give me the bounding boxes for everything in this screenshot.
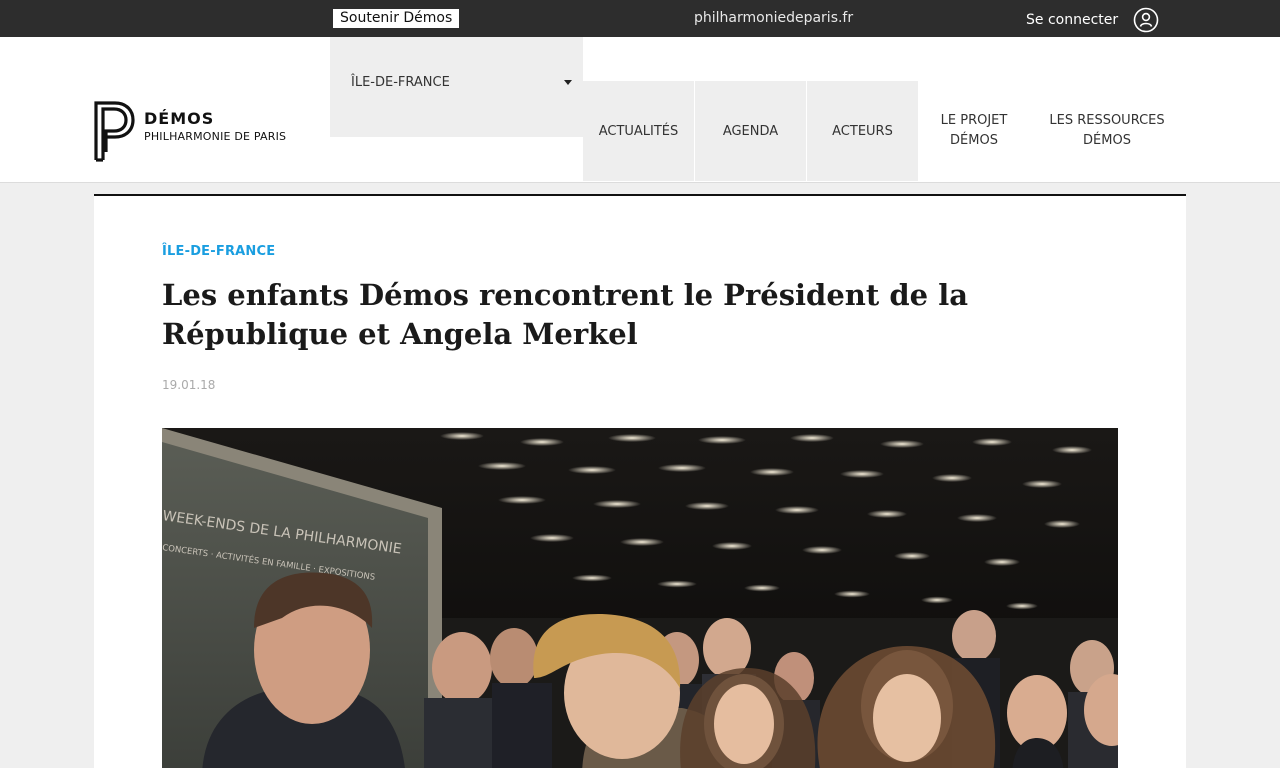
site-header: DÉMOS PHILHARMONIE DE PARIS ÎLE-DE-FRANC…: [0, 37, 1280, 183]
article-title: Les enfants Démos rencontrent le Préside…: [162, 278, 968, 351]
nav-acteurs[interactable]: ACTEURS: [807, 81, 918, 181]
caret-down-icon: [564, 80, 572, 85]
article-date: 19.01.18: [162, 378, 216, 392]
nav-les-ressources-demos[interactable]: LES RESSOURCES DÉMOS: [1046, 81, 1168, 181]
nav-ressources-line2: DÉMOS: [1083, 133, 1131, 148]
nav-ressources-line1: LES RESSOURCES: [1049, 113, 1165, 128]
philharmonie-site-link[interactable]: philharmoniedeparis.fr: [694, 9, 853, 28]
article-category[interactable]: ÎLE-DE-FRANCE: [162, 244, 275, 259]
nav-le-projet-demos[interactable]: LE PROJET DÉMOS: [930, 81, 1018, 181]
support-demos-button[interactable]: Soutenir Démos: [333, 9, 460, 28]
user-circle-icon: [1133, 7, 1159, 33]
nav-agenda[interactable]: AGENDA: [695, 81, 806, 181]
article-photo: WEEK-ENDS DE LA PHILHARMONIE CONCERTS · …: [162, 428, 1118, 768]
region-select[interactable]: ÎLE-DE-FRANCE: [330, 37, 583, 137]
nav-le-projet-line1: LE PROJET: [940, 113, 1008, 128]
nav-actualites[interactable]: ACTUALITÉS: [583, 81, 694, 181]
article-card: ÎLE-DE-FRANCE Les enfants Démos rencontr…: [94, 194, 1186, 768]
demos-logo[interactable]: DÉMOS PHILHARMONIE DE PARIS: [93, 100, 286, 162]
region-selected-value: ÎLE-DE-FRANCE: [351, 75, 450, 90]
login-button[interactable]: Se connecter: [1026, 7, 1159, 33]
logo-mark-icon: [94, 101, 135, 162]
logo-subtitle: PHILHARMONIE DE PARIS: [144, 130, 287, 143]
logo-title: DÉMOS: [144, 109, 215, 128]
top-bar: Soutenir Démos philharmoniedeparis.fr Se…: [0, 0, 1280, 37]
photo-illustration: WEEK-ENDS DE LA PHILHARMONIE CONCERTS · …: [162, 428, 1118, 768]
login-label: Se connecter: [1026, 12, 1119, 28]
nav-le-projet-line2: DÉMOS: [950, 133, 998, 148]
